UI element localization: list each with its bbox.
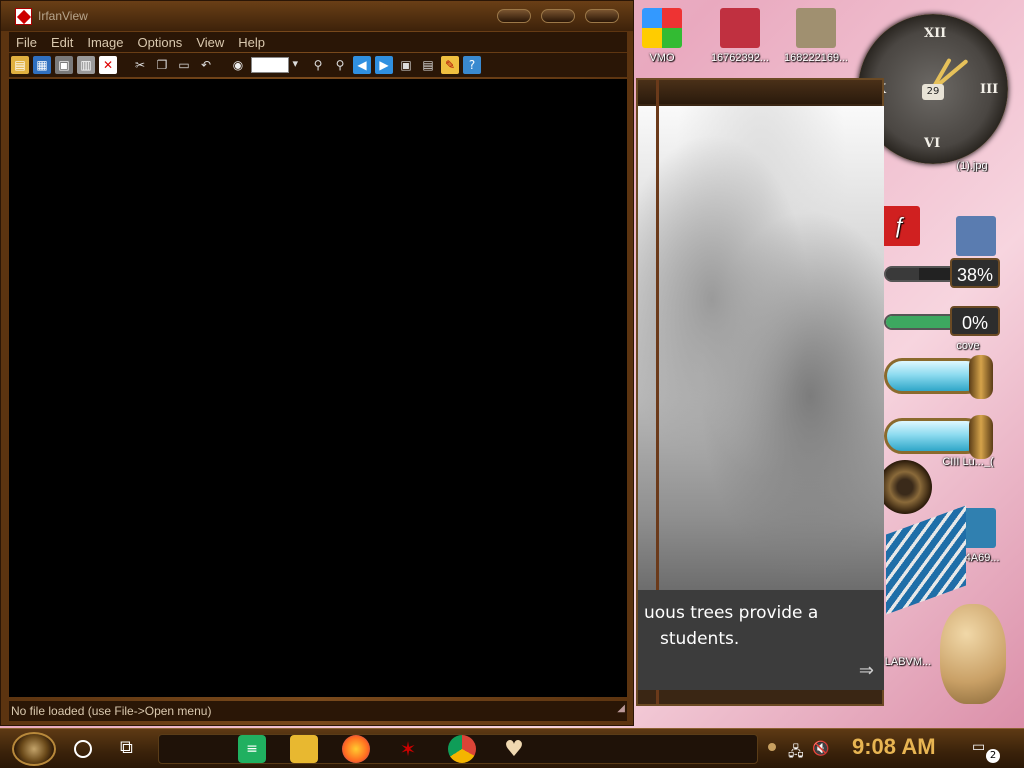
start-button[interactable] (12, 732, 56, 766)
cortana-search-icon[interactable] (74, 740, 92, 758)
file-explorer-icon[interactable] (290, 735, 318, 763)
window-title: IrfanView (38, 9, 88, 23)
desktop-icon-vmo[interactable]: VMO (630, 8, 694, 64)
caption-line-1: uous trees provide a (644, 603, 819, 623)
paste-icon[interactable]: ▭ (175, 56, 193, 74)
status-text: No file loaded (use File->Open menu) (11, 704, 212, 718)
snowy-trees-photo (638, 106, 884, 590)
hamster-mascot (940, 604, 1006, 704)
notification-count: 2 (986, 749, 1000, 763)
image-canvas[interactable] (9, 79, 627, 697)
menu-bar: File Edit Image Options View Help (9, 32, 627, 52)
clock-numeral: III (980, 82, 999, 97)
menu-view[interactable]: View (189, 35, 231, 50)
image-thumbnail-icon (720, 8, 760, 48)
minimize-button[interactable] (497, 9, 531, 23)
desktop-icon-labvm[interactable]: LABVM... (876, 656, 940, 668)
toolbar: ▤ ▦ ▣ ▥ ✕ ✂ ❐ ▭ ↶ ◉ ⚲ ⚲ ◀ ▶ ▣ ▤ ✎ ? (9, 53, 627, 77)
undo-icon[interactable]: ↶ (197, 56, 215, 74)
viewer-titlebar[interactable] (638, 80, 882, 104)
info-icon[interactable]: ◉ (229, 56, 247, 74)
meter-fill (886, 268, 919, 280)
irfanview-icon[interactable]: ✶ (394, 735, 422, 763)
desktop-icon-cove[interactable]: cove (936, 340, 1000, 352)
notification-icon[interactable]: ▭ 2 (972, 739, 1000, 763)
shield-icon (642, 8, 682, 48)
memory-meter: 0% (884, 306, 1004, 336)
glass-tube-widget (884, 355, 993, 399)
image-thumbnail-icon (796, 8, 836, 48)
clock-date: 29 (922, 84, 944, 100)
next-icon[interactable]: ▶ (375, 56, 393, 74)
zoom-in-icon[interactable]: ⚲ (309, 56, 327, 74)
settings-icon[interactable]: ▤ (419, 56, 437, 74)
flash-icon: ƒ (880, 206, 920, 246)
menu-options[interactable]: Options (131, 35, 190, 50)
print-icon[interactable]: ▥ (77, 56, 95, 74)
clock-time[interactable]: 9:08 AM (852, 734, 936, 760)
edit-icon[interactable]: ✎ (441, 56, 459, 74)
desktop-icon-ciii[interactable]: CIII Lu..._( (936, 456, 1000, 468)
taskbar: ⧉ ≡ ✶ ♥ 🖧 🔇 9:08 AM ▭ 2 (0, 728, 1024, 768)
caption-line-2: students. (660, 629, 740, 649)
desktop-icon-image-1[interactable]: 16762392... (708, 8, 772, 64)
resize-grip-icon[interactable]: ◢ (617, 699, 625, 719)
next-arrow-icon[interactable]: ⇒ (859, 658, 874, 684)
photo-caption: uous trees provide a students. ⇒ (638, 590, 884, 690)
window-controls (497, 9, 619, 23)
close-button[interactable] (585, 9, 619, 23)
desktop-icon-image-3[interactable] (944, 216, 1008, 260)
clock-numeral: VI (924, 136, 941, 151)
firefox-icon[interactable] (342, 735, 370, 763)
notes-app-icon[interactable]: ≡ (238, 735, 266, 763)
meter-value: 38% (950, 258, 1000, 288)
image-thumbnail-icon (956, 216, 996, 256)
cut-icon[interactable]: ✂ (131, 56, 149, 74)
close-file-icon[interactable]: ✕ (99, 56, 117, 74)
menu-help[interactable]: Help (231, 35, 272, 50)
heart-app-icon[interactable]: ♥ (500, 735, 528, 763)
clock-numeral: XII (924, 26, 947, 41)
irfanview-window[interactable]: IrfanView File Edit Image Options View H… (0, 0, 634, 726)
window-titlebar[interactable]: IrfanView (1, 1, 633, 31)
zoom-combo[interactable] (251, 57, 298, 73)
save-icon[interactable]: ▣ (55, 56, 73, 74)
copy-icon[interactable]: ❐ (153, 56, 171, 74)
menu-file[interactable]: File (9, 35, 44, 50)
glass-tube-widget (884, 415, 993, 459)
cpu-meter: 38% (884, 258, 1004, 288)
desktop-icon-flash[interactable]: ƒ (880, 206, 920, 250)
network-icon[interactable]: 🖧 (788, 741, 804, 765)
menu-image[interactable]: Image (80, 35, 130, 50)
tube-cap (969, 415, 993, 459)
task-view-icon[interactable]: ⧉ (120, 738, 142, 758)
desktop-icon-image-2[interactable]: 168222169... (784, 8, 848, 64)
slideshow-icon[interactable]: ▣ (397, 56, 415, 74)
meter-value: 0% (950, 306, 1000, 336)
prev-icon[interactable]: ◀ (353, 56, 371, 74)
photo-viewer-window[interactable]: uous trees provide a students. ⇒ (636, 78, 884, 706)
irfanview-app-icon[interactable] (15, 7, 32, 25)
tray-separator-icon (768, 743, 776, 751)
striped-pipes-decoration (886, 505, 966, 615)
chrome-icon[interactable] (448, 735, 476, 763)
thumbnails-icon[interactable]: ▦ (33, 56, 51, 74)
tube-cap (969, 355, 993, 399)
zoom-out-icon[interactable]: ⚲ (331, 56, 349, 74)
maximize-button[interactable] (541, 9, 575, 23)
open-icon[interactable]: ▤ (11, 56, 29, 74)
menu-edit[interactable]: Edit (44, 35, 80, 50)
volume-muted-icon[interactable]: 🔇 (812, 741, 829, 757)
help-icon[interactable]: ? (463, 56, 481, 74)
status-bar: No file loaded (use File->Open menu) ◢ (9, 701, 627, 721)
gear-decoration (878, 460, 932, 514)
